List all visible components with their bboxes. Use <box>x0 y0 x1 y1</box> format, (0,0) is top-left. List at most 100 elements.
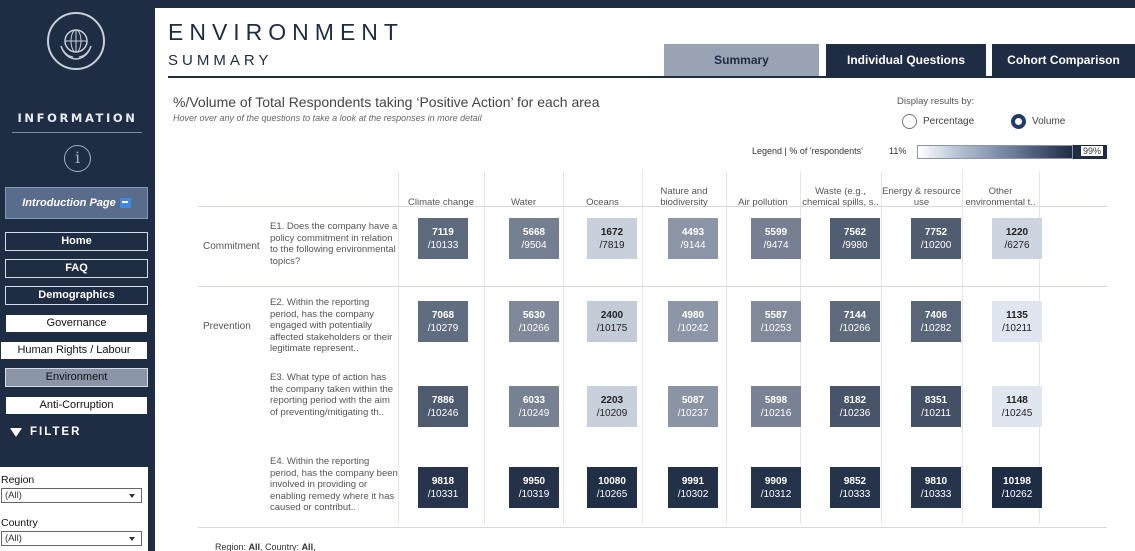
filter-toggle[interactable]: FILTER <box>10 426 81 438</box>
result-cell[interactable]: 7406/10282 <box>911 301 961 342</box>
result-cell[interactable]: 8351/10211 <box>911 386 961 427</box>
result-cell[interactable]: 9950/10319 <box>509 467 559 508</box>
radio-volume[interactable]: Volume <box>1011 114 1065 129</box>
region-filter-select[interactable]: (All) <box>1 488 142 503</box>
cell-total: /10245 <box>1001 407 1033 419</box>
nav-environment-button[interactable]: Environment <box>5 368 148 387</box>
radio-unselected-icon <box>902 114 917 129</box>
cell-total: /10262 <box>1001 488 1033 500</box>
result-cell[interactable]: 10198/10262 <box>992 467 1042 508</box>
result-cell[interactable]: 1135/10211 <box>992 301 1042 342</box>
radio-percentage[interactable]: Percentage <box>902 114 974 129</box>
result-cell[interactable]: 5087/10237 <box>668 386 718 427</box>
app-frame: INFORMATION i Introduction Page Home FAQ… <box>0 0 1135 551</box>
result-cell[interactable]: 9909/10312 <box>751 467 801 508</box>
nav-faq-button[interactable]: FAQ <box>5 259 148 278</box>
radio-percentage-label: Percentage <box>923 116 975 127</box>
column-header: Climate change <box>407 197 474 208</box>
collapse-triangle-icon <box>10 427 22 437</box>
cell-volume: 9991 <box>681 475 705 487</box>
legend-color-scale <box>917 145 1073 159</box>
cell-total: /10175 <box>596 322 628 334</box>
introduction-page-button[interactable]: Introduction Page <box>5 187 148 219</box>
footer-suffix: , <box>313 542 316 551</box>
tab-individual-questions[interactable]: Individual Questions <box>826 44 986 76</box>
information-heading: INFORMATION <box>17 111 138 125</box>
result-cell[interactable]: 1148/10245 <box>992 386 1042 427</box>
result-cell[interactable]: 9991/10302 <box>668 467 718 508</box>
question-text[interactable]: E2. Within the reporting period, has the… <box>270 297 400 356</box>
cell-total: /10333 <box>839 488 871 500</box>
nav-human-rights-labour-button[interactable]: Human Rights / Labour <box>0 341 148 360</box>
result-cell[interactable]: 9852/10333 <box>830 467 880 508</box>
question-text[interactable]: E3. What type of action has the company … <box>270 372 400 431</box>
cell-total: /10133 <box>427 239 459 251</box>
result-cell[interactable]: 7119/10133 <box>418 218 468 259</box>
result-cell[interactable]: 5898/10216 <box>751 386 801 427</box>
result-cell[interactable]: 5668/9504 <box>509 218 559 259</box>
result-cell[interactable]: 4493/9144 <box>668 218 718 259</box>
row-divider <box>198 286 1107 287</box>
result-cell[interactable]: 1220/6276 <box>992 218 1042 259</box>
cell-total: /10282 <box>920 322 952 334</box>
cell-volume: 5599 <box>764 226 788 238</box>
cell-volume: 7752 <box>924 226 948 238</box>
page-title: ENVIRONMENT <box>168 19 404 45</box>
legend-max-swatch: 99% <box>1073 145 1107 159</box>
result-cell[interactable]: 5630/10266 <box>509 301 559 342</box>
result-cell[interactable]: 5587/10253 <box>751 301 801 342</box>
cell-total: /9144 <box>680 239 706 251</box>
information-divider <box>12 132 142 133</box>
result-cell[interactable]: 7068/10279 <box>418 301 468 342</box>
column-header: Water <box>511 197 536 208</box>
result-cell[interactable]: 2400/10175 <box>587 301 637 342</box>
header-divider <box>168 76 1135 78</box>
nav-anti-corruption-button[interactable]: Anti-Corruption <box>5 396 148 415</box>
result-cell[interactable]: 7144/10266 <box>830 301 880 342</box>
column-gridline <box>642 171 643 524</box>
result-cell[interactable]: 7886/10246 <box>418 386 468 427</box>
dropdown-arrow-icon <box>129 494 135 498</box>
cell-volume: 6033 <box>522 394 546 406</box>
result-cell[interactable]: 8182/10236 <box>830 386 880 427</box>
nav-home-button[interactable]: Home <box>5 232 148 251</box>
row-divider <box>198 527 1107 528</box>
result-cell[interactable]: 4980/10242 <box>668 301 718 342</box>
region-filter-label: Region <box>1 474 35 486</box>
cell-total: /10333 <box>920 488 952 500</box>
filter-panel: Region (All) Country (All) <box>0 467 148 551</box>
info-icon[interactable]: i <box>64 145 91 172</box>
cell-volume: 9950 <box>522 475 546 487</box>
nav-demographics-button[interactable]: Demographics <box>5 286 148 305</box>
question-text[interactable]: E4. Within the reporting period, has the… <box>270 456 400 515</box>
column-gridline <box>484 171 485 524</box>
column-header: Air pollution <box>738 197 788 208</box>
result-cell[interactable]: 9818/10331 <box>418 467 468 508</box>
result-cell[interactable]: 2203/10209 <box>587 386 637 427</box>
display-results-label: Display results by: <box>897 96 975 107</box>
cell-volume: 7562 <box>843 226 867 238</box>
cell-total: /10200 <box>920 239 952 251</box>
cell-total: /10209 <box>596 407 628 419</box>
result-cell[interactable]: 5599/9474 <box>751 218 801 259</box>
cell-total: /10236 <box>839 407 871 419</box>
tab-cohort-comparison[interactable]: Cohort Comparison <box>992 44 1135 76</box>
tab-summary[interactable]: Summary <box>664 44 819 76</box>
nav-governance-button[interactable]: Governance <box>5 314 148 333</box>
cell-volume: 1135 <box>1006 309 1028 321</box>
result-cell[interactable]: 10080/10265 <box>587 467 637 508</box>
country-filter-select[interactable]: (All) <box>1 531 142 546</box>
cell-volume: 8351 <box>924 394 948 406</box>
result-cell[interactable]: 6033/10249 <box>509 386 559 427</box>
cell-total: /6276 <box>1004 239 1030 251</box>
column-header: Nature and biodiversity <box>660 186 708 208</box>
country-filter-label: Country <box>1 517 38 529</box>
main-panel: ENVIRONMENT SUMMARY Summary Individual Q… <box>155 8 1135 551</box>
cell-volume: 2203 <box>600 394 624 406</box>
result-cell[interactable]: 7752/10200 <box>911 218 961 259</box>
result-cell[interactable]: 7562/9980 <box>830 218 880 259</box>
result-cell[interactable]: 9810/10333 <box>911 467 961 508</box>
question-text[interactable]: E1. Does the company have a policy commi… <box>270 221 400 279</box>
result-cell[interactable]: 1672/7819 <box>587 218 637 259</box>
cell-volume: 7119 <box>432 226 454 238</box>
